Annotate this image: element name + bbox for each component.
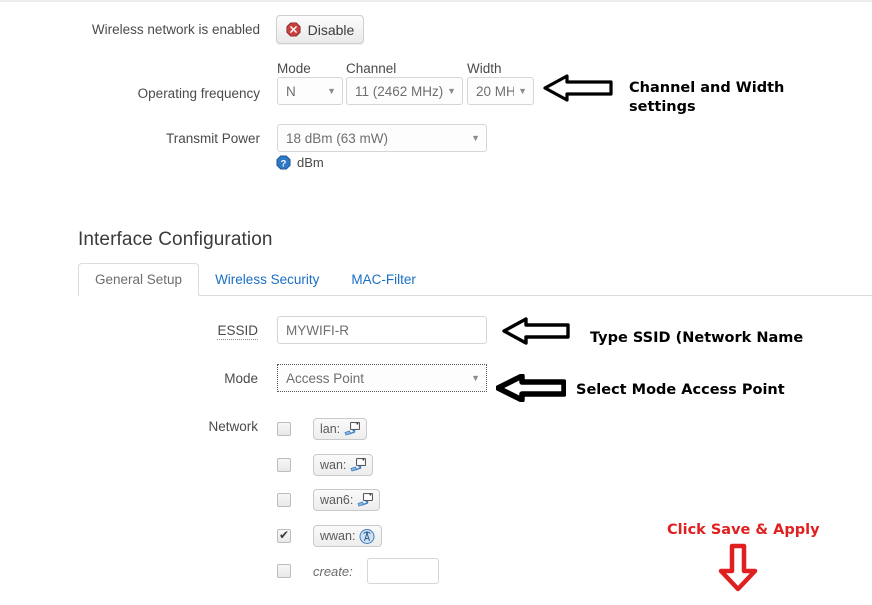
annotation-arrow-mode: [496, 374, 566, 402]
tab-mac-filter[interactable]: MAC-Filter: [335, 263, 432, 295]
chevron-down-icon: ▼: [471, 132, 480, 143]
svg-text:?: ?: [281, 158, 287, 168]
interface-mode-select[interactable]: Access Point ▼: [277, 364, 487, 392]
wireless-status-label: Wireless network is enabled: [91, 22, 260, 37]
disable-button-label: Disable: [307, 21, 355, 38]
transmit-power-value: 18 dBm (63 mW): [286, 130, 389, 146]
annotation-ssid: Type SSID (Network Name: [590, 330, 804, 346]
frequency-mode-select[interactable]: N ▼: [277, 77, 343, 105]
top-divider: [0, 0, 872, 2]
help-icon[interactable]: ?: [276, 155, 291, 170]
frequency-width-value: 20 MHz: [476, 83, 515, 99]
network-row-lan: lan:: [277, 418, 368, 440]
network-checkbox-wan6[interactable]: [277, 493, 291, 507]
chevron-down-icon: ▼: [447, 85, 456, 96]
transmit-power-select[interactable]: 18 dBm (63 mW) ▼: [277, 124, 487, 152]
network-zone-wwan[interactable]: wwan:: [313, 525, 383, 547]
frequency-channel-select[interactable]: 11 (2462 MHz) ▼: [346, 77, 463, 105]
network-row-wan6: wan6:: [277, 489, 381, 511]
network-zone-wan6-label: wan6:: [320, 493, 354, 507]
essid-input[interactable]: [277, 316, 487, 344]
network-zone-wwan-label: wwan:: [320, 529, 356, 543]
frequency-width-select[interactable]: 20 MHz ▼: [467, 77, 534, 105]
network-checkbox-wwan[interactable]: [277, 528, 291, 543]
disable-button[interactable]: Disable: [276, 15, 364, 44]
tab-general-setup[interactable]: General Setup: [78, 263, 200, 296]
network-row-wan: wan:: [277, 454, 374, 476]
network-row-create: create:: [277, 558, 439, 584]
tab-general-setup-label: General Setup: [95, 272, 183, 287]
annotation-save-apply: Click Save & Apply: [667, 522, 820, 538]
network-zone-lan-label: lan:: [320, 422, 341, 436]
width-column-caption: Width: [467, 61, 502, 76]
tab-wireless-security-label: Wireless Security: [215, 271, 320, 287]
ethernet-icon: [344, 422, 361, 436]
create-network-label: create:: [313, 563, 353, 579]
frequency-mode-value: N: [286, 83, 296, 99]
chevron-down-icon: ▼: [327, 85, 336, 96]
channel-column-caption: Channel: [346, 61, 397, 76]
chevron-down-icon: ▼: [518, 85, 527, 96]
network-label: Network: [208, 419, 258, 434]
network-checkbox-create[interactable]: [277, 564, 291, 578]
mode-column-caption: Mode: [277, 61, 311, 76]
chevron-down-icon: ▼: [471, 372, 480, 383]
interface-mode-label: Mode: [224, 371, 258, 386]
interface-tabs: General Setup Wireless Security MAC-Filt…: [78, 263, 872, 296]
wireless-config-page: Wireless network is enabled Disable Mode…: [0, 0, 872, 605]
annotation-mode: Select Mode Access Point: [576, 382, 785, 398]
essid-label-text: ESSID: [217, 323, 258, 340]
annotation-channel-width: Channel and Width settings: [629, 80, 785, 115]
interface-mode-value: Access Point: [286, 370, 365, 386]
network-zone-wan[interactable]: wan:: [313, 454, 374, 476]
network-checkbox-wan[interactable]: [277, 458, 291, 472]
network-row-wwan: wwan:: [277, 525, 383, 547]
network-zone-wan6[interactable]: wan6:: [313, 489, 381, 511]
transmit-power-label: Transmit Power: [165, 131, 260, 146]
ethernet-icon: [357, 493, 374, 507]
stop-icon: [286, 22, 301, 37]
network-zone-lan[interactable]: lan:: [313, 418, 368, 440]
dbm-unit-label: dBm: [297, 155, 324, 170]
tab-mac-filter-label: MAC-Filter: [351, 271, 416, 287]
wireless-tower-icon: [359, 528, 375, 544]
tab-wireless-security[interactable]: Wireless Security: [199, 263, 335, 295]
annotation-arrow-save-apply: [718, 543, 758, 592]
create-network-input[interactable]: [366, 558, 439, 584]
annotation-arrow-ssid: [502, 317, 570, 345]
network-zone-wan-label: wan:: [320, 458, 347, 472]
page-title: Interface Configuration: [78, 229, 273, 250]
operating-frequency-label: Operating frequency: [137, 86, 260, 101]
network-checkbox-lan[interactable]: [277, 422, 291, 436]
dbm-help-line: ? dBm: [276, 155, 324, 170]
essid-label: ESSID: [0, 323, 258, 340]
ethernet-icon: [350, 458, 367, 472]
frequency-channel-value: 11 (2462 MHz): [355, 83, 444, 99]
annotation-arrow-channel-width: [543, 74, 613, 102]
